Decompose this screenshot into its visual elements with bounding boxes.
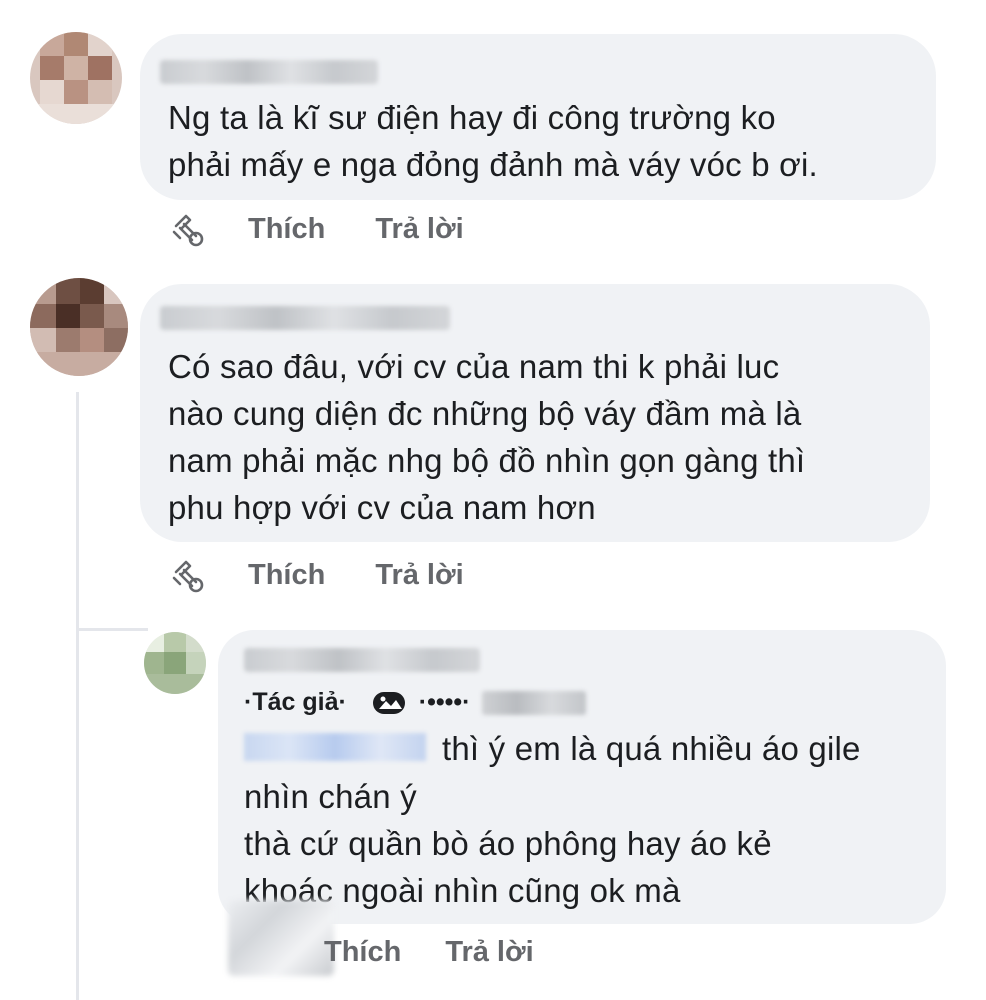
reply-button[interactable]: Trả lời bbox=[375, 213, 463, 246]
comment-text: Có sao đâu, với cv của nam thi k phải lu… bbox=[168, 348, 806, 526]
badge-dots: ·••••· bbox=[418, 688, 471, 716]
reply-button[interactable]: Trả lời bbox=[445, 936, 533, 969]
author-name[interactable] bbox=[244, 648, 480, 672]
thread-line bbox=[76, 392, 79, 1000]
avatar-image bbox=[30, 278, 128, 376]
top-fan-badge-icon bbox=[369, 688, 409, 718]
author-name[interactable] bbox=[160, 60, 378, 84]
reply-text: nhìn chán ý thà cứ quần bò áo phông hay … bbox=[244, 778, 772, 909]
avatar-image bbox=[144, 632, 206, 694]
like-button[interactable]: Thích bbox=[248, 213, 325, 246]
author-name[interactable] bbox=[160, 306, 450, 330]
comment-actions: Thích Trả lời bbox=[166, 208, 464, 250]
like-button[interactable]: Thích bbox=[248, 559, 325, 592]
badge-blur bbox=[482, 690, 587, 715]
reply-button[interactable]: Trả lời bbox=[375, 559, 463, 592]
comment-text: Ng ta là kĩ sư điện hay đi công trường k… bbox=[168, 99, 818, 183]
avatar[interactable] bbox=[144, 632, 206, 694]
mention-tag[interactable] bbox=[244, 733, 426, 761]
author-badge: ·Tác giả· bbox=[244, 688, 347, 716]
reply-actions: Thích Trả lời bbox=[324, 936, 534, 969]
avatar-image bbox=[30, 32, 122, 124]
author-badges: ·Tác giả· ·••••· bbox=[240, 686, 587, 719]
like-button[interactable]: Thích bbox=[324, 936, 401, 969]
reply-connector bbox=[78, 628, 148, 631]
reply-text-line1: thì ý em là quá nhiều áo gile bbox=[442, 730, 861, 767]
reaction-icon[interactable] bbox=[166, 208, 208, 250]
comment-actions: Thích Trả lời bbox=[166, 554, 464, 596]
blur-overlay bbox=[228, 900, 334, 976]
avatar[interactable] bbox=[30, 278, 128, 376]
reaction-icon[interactable] bbox=[166, 554, 208, 596]
avatar[interactable] bbox=[30, 32, 122, 124]
